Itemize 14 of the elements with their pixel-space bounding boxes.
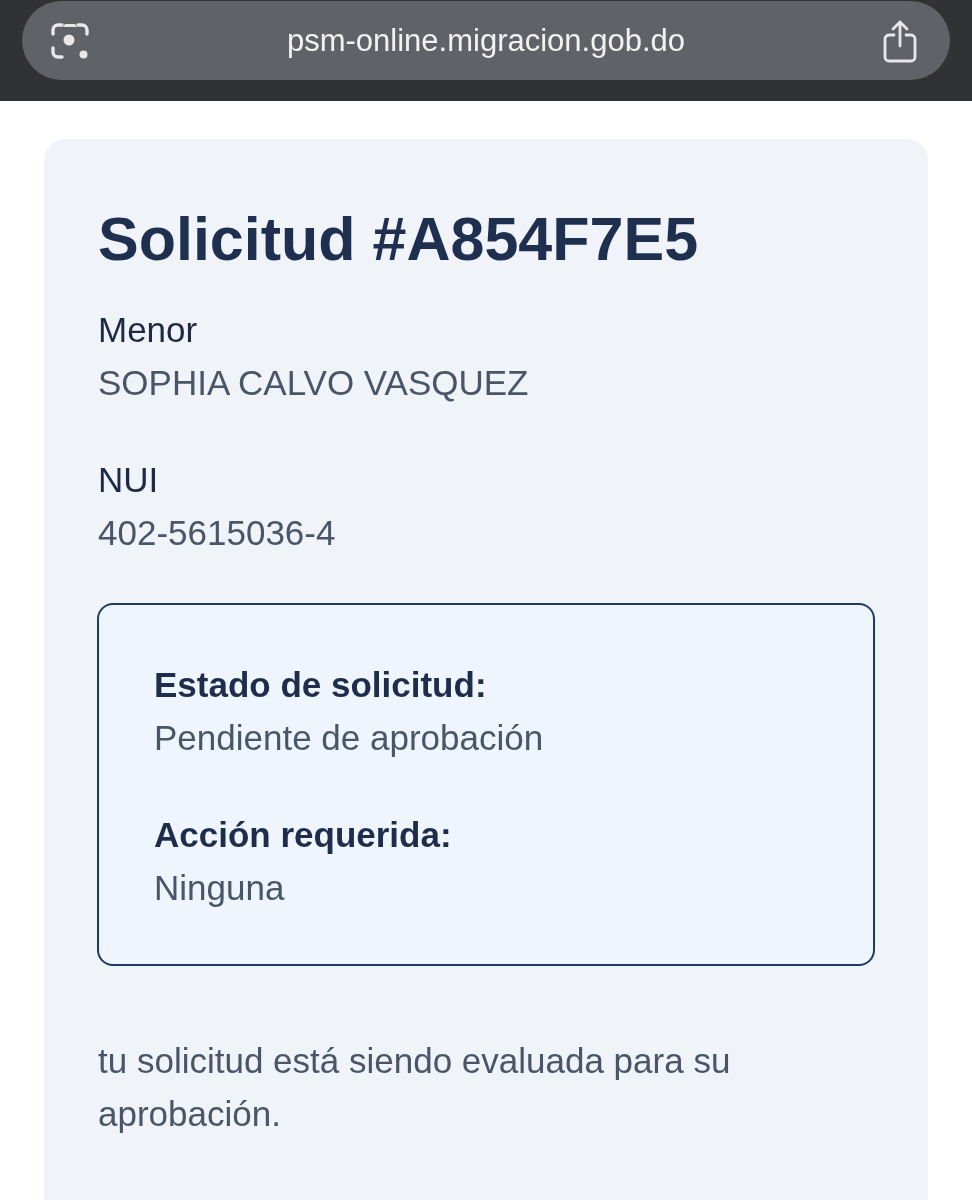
field-label: NUI	[98, 459, 160, 501]
status-label: Estado de solicitud:	[154, 664, 488, 706]
status-message: tu solicitud está siendo evaluada para su aprobación.	[98, 1040, 732, 1135]
field-value: 402-5615036-4	[98, 512, 337, 554]
status-value: Pendiente de aprobación	[154, 717, 545, 759]
status-label: Acción requerida:	[154, 814, 453, 856]
field-value: SOPHIA CALVO VASQUEZ	[98, 362, 530, 404]
url-text: psm-online.migracion.gob.do	[285, 22, 687, 59]
field-label: Menor	[98, 309, 199, 351]
share-icon[interactable]	[882, 18, 918, 63]
address-bar[interactable]: psm-online.migracion.gob.do	[22, 1, 950, 80]
status-value: Ninguna	[154, 867, 286, 909]
camera-icon[interactable]	[50, 20, 90, 61]
request-title: Solicitud #A854F7E5	[98, 204, 700, 275]
